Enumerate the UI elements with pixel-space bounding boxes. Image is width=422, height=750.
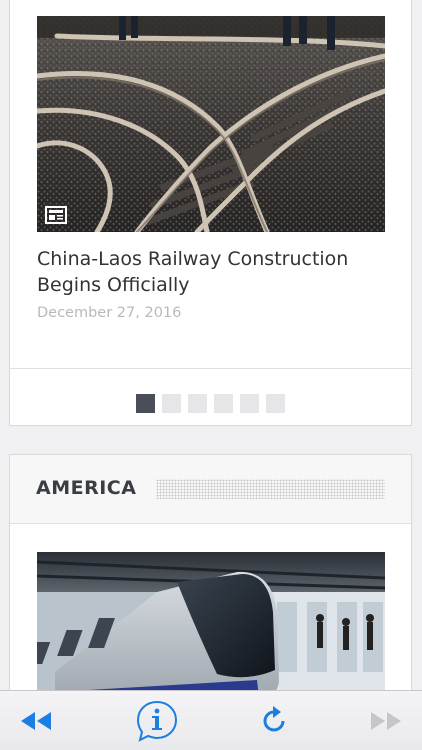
page: China-Laos Railway Construction Begins O… — [0, 0, 422, 750]
pager-dot-2[interactable] — [162, 394, 181, 413]
section-title-rule — [156, 479, 385, 499]
section-header: AMERICA — [10, 455, 411, 524]
pager-dot-6[interactable] — [266, 394, 285, 413]
slide-image[interactable] — [37, 16, 385, 232]
featured-slider-card: China-Laos Railway Construction Begins O… — [9, 0, 412, 426]
fast-forward-icon — [371, 712, 401, 730]
pager-dot-3[interactable] — [188, 394, 207, 413]
reload-icon — [263, 706, 285, 732]
news-icon — [45, 206, 67, 224]
slide-title[interactable]: China-Laos Railway Construction Begins O… — [37, 246, 387, 298]
rewind-icon — [21, 712, 51, 730]
divider — [10, 368, 411, 369]
pager-dot-4[interactable] — [214, 394, 233, 413]
railway-photo — [37, 16, 385, 232]
info-icon — [136, 700, 178, 742]
back-button[interactable] — [14, 699, 58, 743]
reload-button[interactable] — [252, 699, 296, 743]
forward-button[interactable] — [364, 699, 408, 743]
section-title[interactable]: AMERICA — [36, 477, 136, 499]
bottom-toolbar — [0, 690, 422, 750]
info-button[interactable] — [134, 699, 180, 743]
slide-date: December 27, 2016 — [37, 305, 182, 321]
pager-dot-1[interactable] — [136, 394, 155, 413]
pager-dot-5[interactable] — [240, 394, 259, 413]
slider-pager — [136, 394, 285, 413]
